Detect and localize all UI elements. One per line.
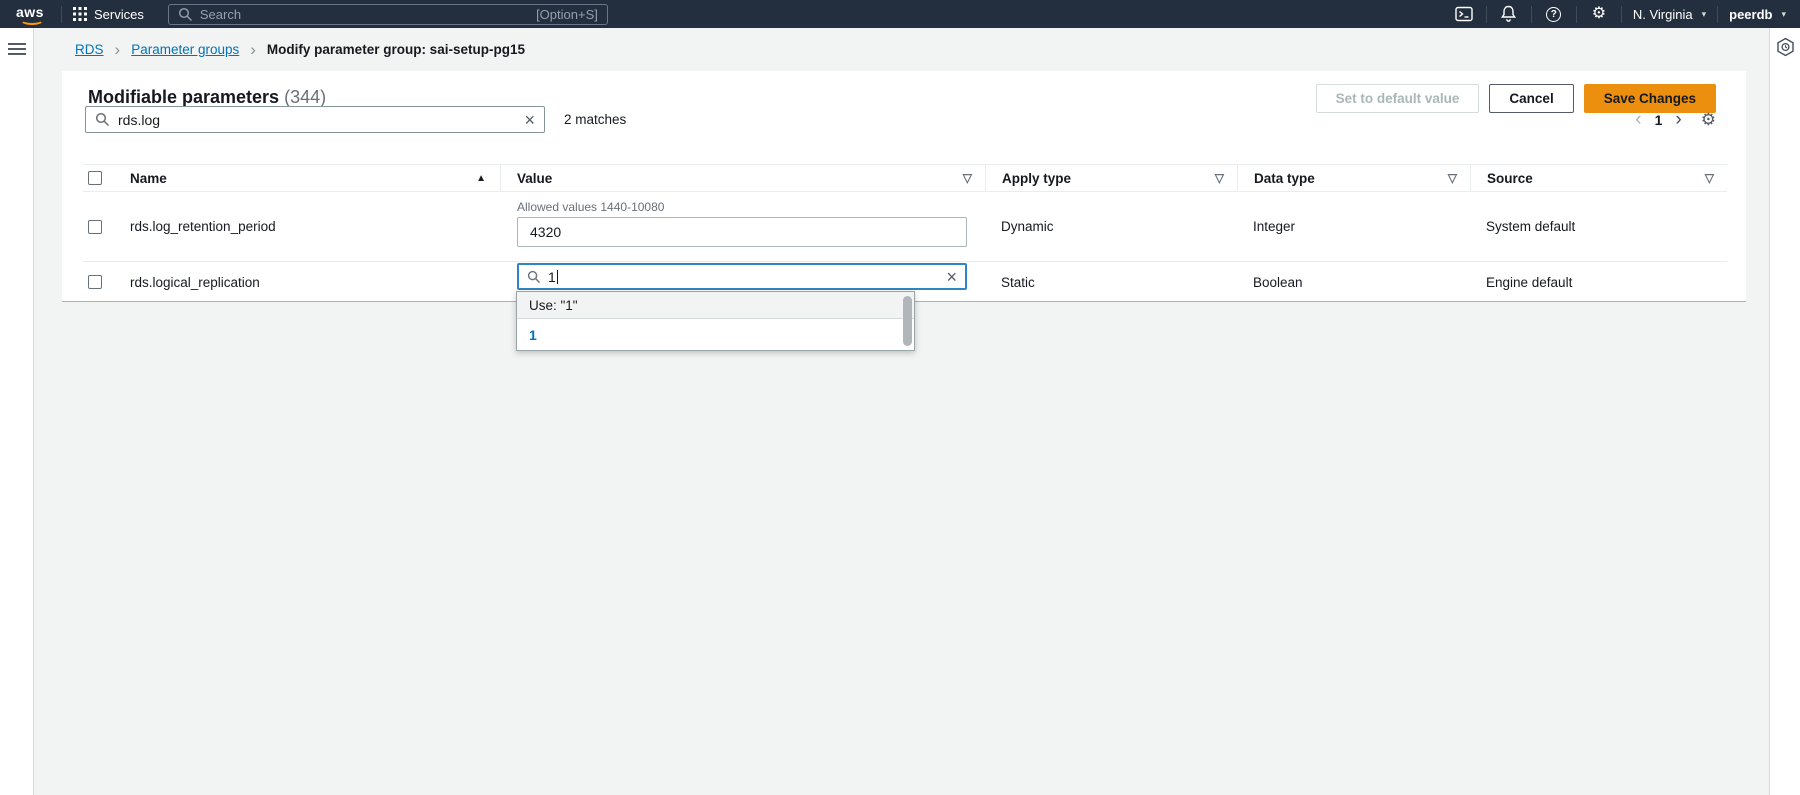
topbar-search-box[interactable]: [Option+S]	[168, 4, 608, 25]
table-header-row: Name ▲ Value ▽ Apply type ▽ Data type ▽ …	[83, 164, 1727, 192]
services-menu-button[interactable]: Services	[73, 7, 144, 22]
panel-title-text: Modifiable parameters	[88, 87, 279, 107]
data-type-value: Integer	[1237, 192, 1470, 261]
breadcrumb: RDS › Parameter groups › Modify paramete…	[35, 28, 1768, 71]
topbar-search-input[interactable]	[200, 7, 529, 22]
settings-gear-icon[interactable]: ⚙	[1588, 6, 1610, 22]
topbar-right-cluster: ? ⚙ N. Virginia ▾ peerdb ▾	[1453, 5, 1786, 23]
retention-period-value-input[interactable]	[517, 217, 967, 247]
parameter-filter-input[interactable]	[118, 112, 516, 128]
cancel-button[interactable]: Cancel	[1489, 84, 1573, 113]
topbar-divider	[1576, 6, 1577, 23]
row-checkbox[interactable]	[88, 275, 102, 289]
column-header-source[interactable]: Source ▽	[1470, 165, 1727, 191]
search-icon	[178, 7, 193, 22]
action-buttons: Set to default value Cancel Save Changes	[1316, 84, 1716, 113]
parameter-filter-box[interactable]: ×	[85, 106, 545, 133]
page-title: Modifiable parameters (344)	[88, 87, 326, 108]
allowed-values-hint: Allowed values 1440-10080	[517, 200, 985, 214]
breadcrumb-current-page: Modify parameter group: sai-setup-pg15	[267, 42, 525, 57]
right-side-rail	[1769, 28, 1800, 795]
aws-console-topbar: aws Services [Option+S]	[0, 0, 1800, 28]
chevron-down-icon: ▾	[1702, 9, 1707, 20]
services-grid-icon	[73, 7, 87, 21]
topbar-divider	[1717, 6, 1718, 23]
text-cursor	[557, 270, 558, 284]
services-label: Services	[94, 7, 144, 22]
chevron-down-icon: ▾	[1781, 9, 1786, 20]
search-icon	[527, 270, 541, 284]
logical-replication-value-combobox[interactable]: 1 ×	[517, 263, 967, 290]
cloudshell-icon[interactable]	[1453, 6, 1475, 22]
parameter-name: rds.log_retention_period	[130, 192, 500, 261]
use-typed-value-option[interactable]: Use: "1"	[517, 292, 914, 319]
modifiable-parameters-panel: Modifiable parameters (344) Set to defau…	[62, 71, 1746, 302]
apply-type-value: Static	[985, 262, 1237, 302]
table-preferences-gear-icon[interactable]: ⚙	[1701, 110, 1716, 130]
source-value: Engine default	[1470, 262, 1727, 302]
column-header-apply-type[interactable]: Apply type ▽	[985, 165, 1237, 191]
topbar-divider	[1486, 6, 1487, 23]
clear-filter-icon[interactable]: ×	[524, 112, 535, 128]
pagination: ‹ 1 › ⚙	[1635, 110, 1716, 130]
parameter-count: (344)	[284, 87, 326, 107]
clear-value-icon[interactable]: ×	[946, 269, 957, 285]
filter-icon[interactable]: ▽	[1448, 171, 1470, 185]
region-selector[interactable]: N. Virginia ▾	[1633, 7, 1706, 22]
side-panel-clock-icon[interactable]	[1776, 37, 1795, 60]
breadcrumb-separator-icon: ›	[115, 43, 121, 56]
account-menu[interactable]: peerdb ▾	[1729, 7, 1786, 22]
match-count: 2 matches	[564, 112, 626, 127]
current-page-number[interactable]: 1	[1655, 112, 1663, 128]
aws-smile-arc	[20, 15, 44, 25]
filter-icon[interactable]: ▽	[1215, 171, 1237, 185]
next-page-icon[interactable]: ›	[1675, 113, 1681, 127]
breadcrumb-rds-link[interactable]: RDS	[75, 42, 104, 57]
left-navigation-rail	[0, 28, 34, 795]
help-icon[interactable]: ?	[1543, 7, 1565, 22]
combobox-typed-text[interactable]: 1	[548, 269, 558, 285]
parameter-value-cell: Allowed values 1440-10080	[500, 192, 985, 261]
region-label: N. Virginia	[1633, 7, 1693, 22]
menu-toggle-icon[interactable]	[7, 40, 27, 58]
search-shortcut-hint: [Option+S]	[536, 7, 598, 22]
apply-type-value: Dynamic	[985, 192, 1237, 261]
column-header-data-type[interactable]: Data type ▽	[1237, 165, 1470, 191]
data-type-value: Boolean	[1237, 262, 1470, 302]
search-icon	[95, 112, 110, 127]
value-option-1[interactable]: 1	[517, 319, 914, 350]
select-all-checkbox[interactable]	[88, 171, 102, 185]
previous-page-icon[interactable]: ‹	[1635, 113, 1641, 127]
parameters-table: Name ▲ Value ▽ Apply type ▽ Data type ▽ …	[83, 164, 1727, 302]
table-row: rds.log_retention_period Allowed values …	[83, 192, 1727, 262]
source-value: System default	[1470, 192, 1727, 261]
breadcrumb-parameter-groups-link[interactable]: Parameter groups	[131, 42, 239, 57]
aws-logo[interactable]: aws	[16, 4, 50, 24]
topbar-divider	[1531, 6, 1532, 23]
column-header-value[interactable]: Value ▽	[500, 165, 985, 191]
column-header-name[interactable]: Name ▲	[130, 165, 500, 191]
value-suggestions-dropdown: Use: "1" 1	[516, 291, 915, 351]
notifications-bell-icon[interactable]	[1498, 5, 1520, 23]
sort-ascending-icon[interactable]: ▲	[476, 173, 500, 184]
account-label: peerdb	[1729, 7, 1772, 22]
save-changes-button[interactable]: Save Changes	[1584, 84, 1716, 113]
parameter-name: rds.logical_replication	[130, 262, 500, 302]
breadcrumb-separator-icon: ›	[250, 43, 256, 56]
dropdown-scrollbar[interactable]	[903, 296, 912, 346]
topbar-divider	[61, 6, 62, 23]
help-question-glyph: ?	[1551, 9, 1557, 20]
filter-icon[interactable]: ▽	[963, 171, 985, 185]
set-to-default-button[interactable]: Set to default value	[1316, 84, 1480, 113]
topbar-divider	[1621, 6, 1622, 23]
row-checkbox[interactable]	[88, 220, 102, 234]
filter-icon[interactable]: ▽	[1705, 171, 1727, 185]
